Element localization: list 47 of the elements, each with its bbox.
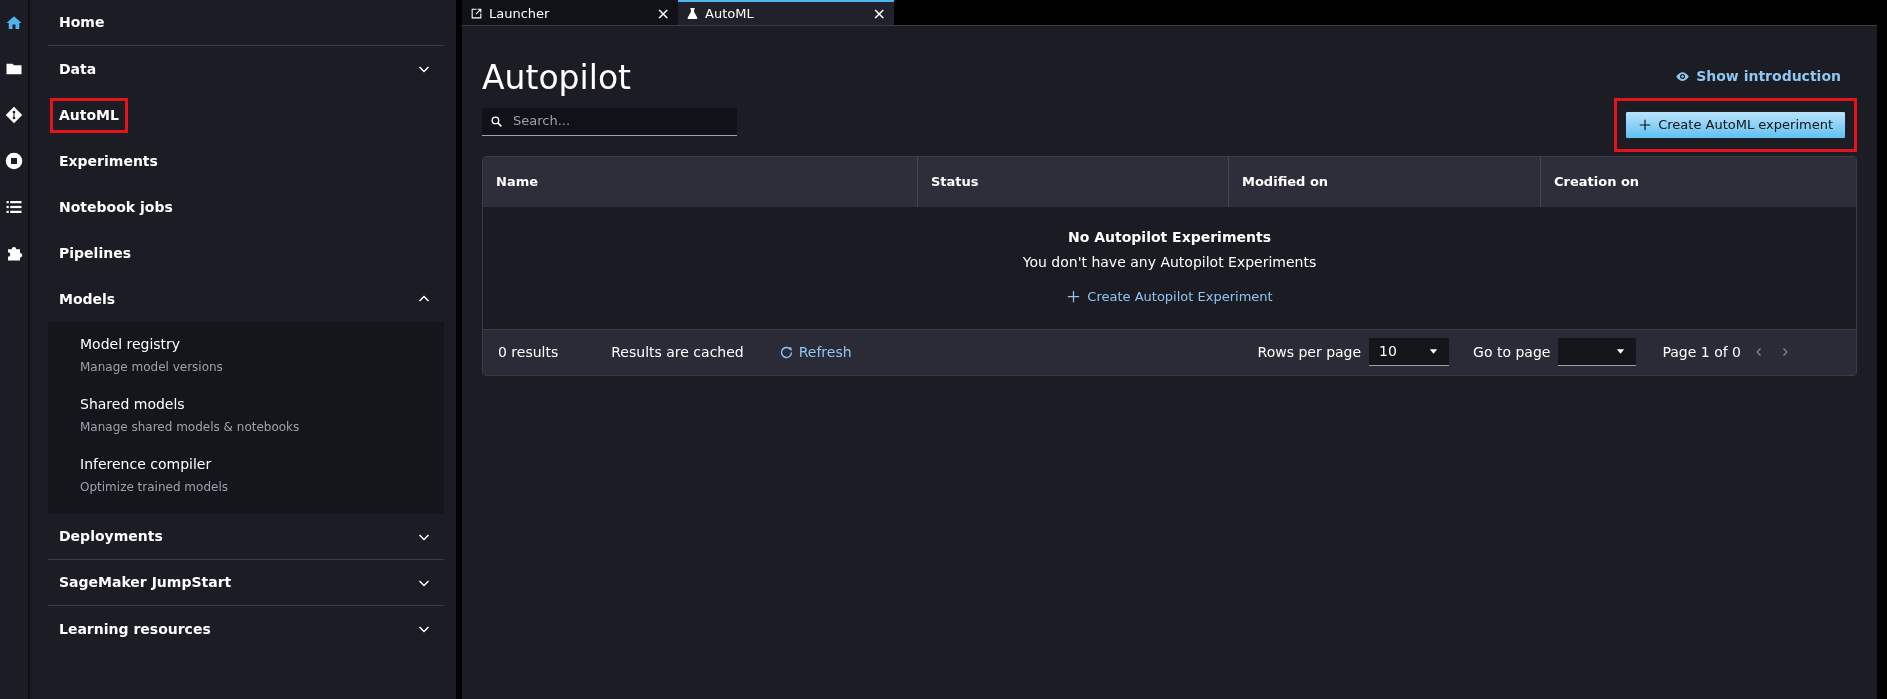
show-introduction-link[interactable]: Show introduction bbox=[1675, 66, 1841, 87]
column-header[interactable]: Creation on bbox=[1541, 156, 1856, 207]
create-autopilot-experiment-link[interactable]: Create Autopilot Experiment bbox=[1066, 286, 1273, 307]
submenu-description: Manage model versions bbox=[80, 359, 224, 376]
column-header[interactable]: Status bbox=[918, 156, 1229, 207]
close-icon[interactable]: × bbox=[656, 1, 670, 26]
close-icon[interactable]: × bbox=[872, 1, 886, 26]
sidebar-item[interactable]: Data bbox=[50, 51, 106, 87]
sidebar-item[interactable]: Pipelines bbox=[50, 235, 140, 271]
sidebar-item[interactable]: Models bbox=[50, 281, 125, 317]
create-automl-experiment-button[interactable]: Create AutoML experiment bbox=[1625, 111, 1846, 139]
cache-status: Results are cached bbox=[611, 342, 744, 362]
flask-icon bbox=[686, 7, 699, 20]
results-count: 0 results bbox=[498, 342, 559, 362]
empty-state-title: No Autopilot Experiments bbox=[1068, 227, 1271, 247]
plus-icon bbox=[1066, 288, 1082, 304]
submenu-item[interactable]: Shared models bbox=[80, 394, 444, 415]
page-info: Page 1 of 0 bbox=[1662, 342, 1741, 362]
eye-icon bbox=[1675, 69, 1691, 84]
go-to-page-select[interactable] bbox=[1558, 338, 1637, 367]
rows-per-page-select[interactable]: 10 bbox=[1369, 338, 1450, 367]
refresh-link[interactable]: Refresh bbox=[778, 341, 852, 363]
submenu-item[interactable]: Inference compiler bbox=[80, 454, 444, 475]
sidebar-item[interactable]: Experiments bbox=[50, 143, 167, 179]
sidebar-item[interactable]: AutoML bbox=[50, 97, 128, 133]
sidebar-item[interactable]: Home bbox=[50, 5, 114, 40]
column-header[interactable]: Modified on bbox=[1229, 156, 1541, 207]
external-link-icon bbox=[470, 7, 483, 20]
sidebar-item[interactable]: SageMaker JumpStart bbox=[50, 565, 241, 600]
tab[interactable]: AutoML × bbox=[678, 0, 894, 25]
sidebar-item[interactable]: Notebook jobs bbox=[50, 189, 182, 225]
sidebar-item[interactable]: Deployments bbox=[50, 519, 172, 554]
sidebar-item[interactable]: Learning resources bbox=[50, 611, 220, 647]
submenu-item[interactable]: Model registry bbox=[80, 334, 444, 355]
plus-icon bbox=[1638, 117, 1653, 132]
submenu-description: Manage shared models & notebooks bbox=[80, 419, 301, 436]
tab[interactable]: Launcher × bbox=[462, 0, 678, 25]
empty-state-message: You don't have any Autopilot Experiments bbox=[1022, 252, 1317, 272]
rows-per-page-label: Rows per page bbox=[1257, 342, 1362, 362]
page-title: Autopilot bbox=[482, 58, 632, 98]
refresh-icon bbox=[778, 344, 794, 360]
search-icon bbox=[490, 114, 503, 128]
search-bar[interactable]: Search... bbox=[482, 107, 737, 136]
go-to-page-label: Go to page bbox=[1473, 342, 1551, 362]
search-field[interactable]: Search... bbox=[511, 110, 729, 132]
column-header[interactable]: Name bbox=[483, 156, 918, 207]
submenu-description: Optimize trained models bbox=[80, 479, 229, 496]
